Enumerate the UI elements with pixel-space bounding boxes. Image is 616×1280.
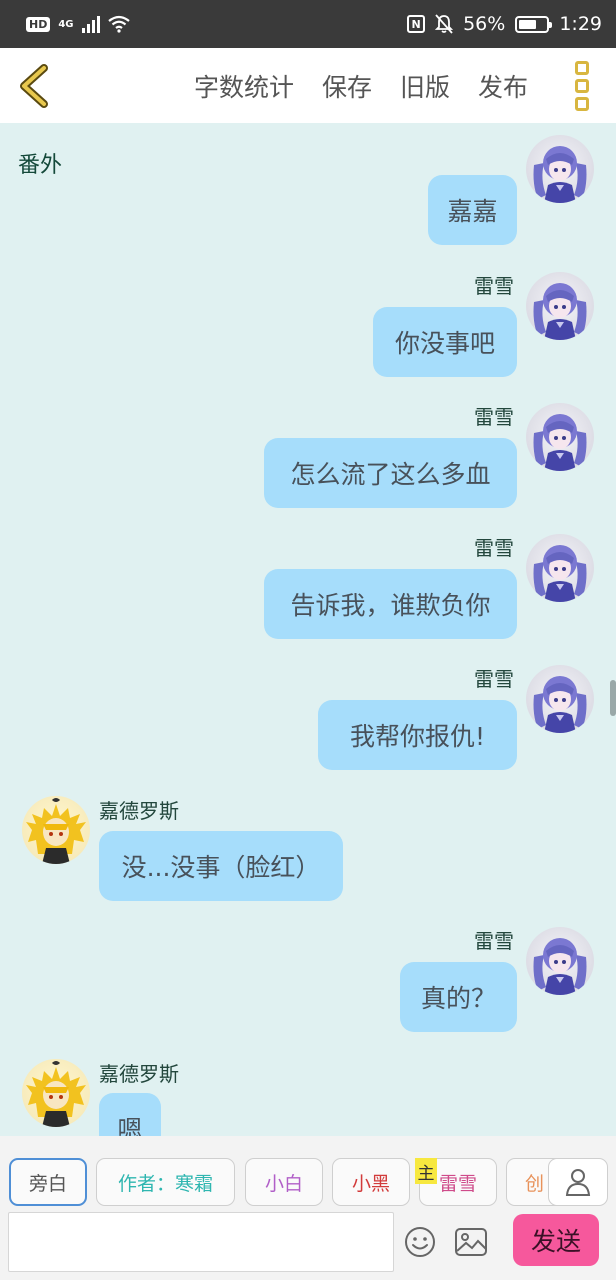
chat-area[interactable]: 番外 嘉嘉 雷雪 你没事吧 雷雪 怎么流了这么多血 雷雪 告诉我，谁欺负你 雷雪 — [0, 123, 616, 1136]
message-input[interactable] — [8, 1212, 394, 1272]
clock: 1:29 — [559, 13, 602, 35]
role-selector-bar: 旁白 作者：寒霜 小白 小黑 雷雪 创 主 — [0, 1136, 616, 1208]
message-bubble[interactable]: 嘉嘉 — [428, 175, 517, 245]
user-icon[interactable] — [548, 1158, 608, 1206]
hd-icon: HD — [26, 16, 51, 32]
status-left: HD 4G — [26, 15, 130, 33]
publish-button[interactable]: 发布 — [478, 68, 528, 104]
sender-name: 雷雪 — [474, 667, 514, 691]
avatar[interactable] — [526, 665, 594, 733]
role-chip-narrator[interactable]: 旁白 — [9, 1158, 87, 1206]
nfc-icon: N — [407, 15, 426, 33]
status-bar: HD 4G N 56% 1:29 — [0, 0, 616, 48]
send-button[interactable]: 发送 — [513, 1214, 599, 1266]
avatar[interactable] — [22, 796, 90, 864]
header-actions: 字数统计 保存 旧版 发布 — [194, 48, 528, 123]
avatar[interactable] — [526, 135, 594, 203]
message-bubble[interactable]: 怎么流了这么多血 — [264, 438, 517, 508]
sender-name: 雷雪 — [474, 536, 514, 560]
avatar[interactable] — [526, 927, 594, 995]
scrollbar-thumb[interactable] — [610, 680, 616, 716]
battery-icon — [515, 15, 553, 33]
chevron-left-icon[interactable] — [14, 64, 58, 108]
emoji-icon[interactable] — [404, 1226, 436, 1258]
avatar[interactable] — [22, 1059, 90, 1127]
sender-name: 嘉德罗斯 — [99, 799, 179, 823]
sender-name: 嘉德罗斯 — [99, 1062, 179, 1086]
avatar[interactable] — [526, 534, 594, 602]
wifi-icon — [107, 15, 130, 33]
battery-percent: 56% — [463, 13, 506, 35]
chapter-title: 番外 — [18, 153, 63, 178]
message-bubble[interactable]: 嗯 — [99, 1093, 161, 1136]
image-icon[interactable] — [454, 1226, 488, 1258]
message-bubble[interactable]: 我帮你报仇! — [318, 700, 517, 770]
bell-off-icon — [435, 14, 454, 34]
status-right: N 56% 1:29 — [407, 13, 602, 35]
avatar[interactable] — [526, 403, 594, 471]
role-chip-xiaobai[interactable]: 小白 — [245, 1158, 323, 1206]
more-vertical-icon[interactable] — [572, 61, 592, 111]
message-bubble[interactable]: 告诉我，谁欺负你 — [264, 569, 517, 639]
role-chip-xiaohei[interactable]: 小黑 — [332, 1158, 410, 1206]
save-button[interactable]: 保存 — [322, 68, 372, 104]
word-count-button[interactable]: 字数统计 — [194, 68, 294, 104]
app-header: 字数统计 保存 旧版 发布 — [0, 48, 616, 123]
host-badge: 主 — [415, 1158, 437, 1184]
composer-bar: 发送 — [0, 1208, 616, 1280]
avatar[interactable] — [526, 272, 594, 340]
signal-icon — [81, 15, 100, 33]
sender-name: 雷雪 — [474, 929, 514, 953]
message-bubble[interactable]: 没...没事（脸红） — [99, 831, 343, 901]
role-chip-author[interactable]: 作者：寒霜 — [96, 1158, 235, 1206]
sender-name: 雷雪 — [474, 274, 514, 298]
message-bubble[interactable]: 你没事吧 — [373, 307, 517, 377]
old-version-button[interactable]: 旧版 — [400, 68, 450, 104]
network-type: 4G — [58, 18, 74, 30]
message-bubble[interactable]: 真的？ — [400, 962, 517, 1032]
sender-name: 雷雪 — [474, 405, 514, 429]
